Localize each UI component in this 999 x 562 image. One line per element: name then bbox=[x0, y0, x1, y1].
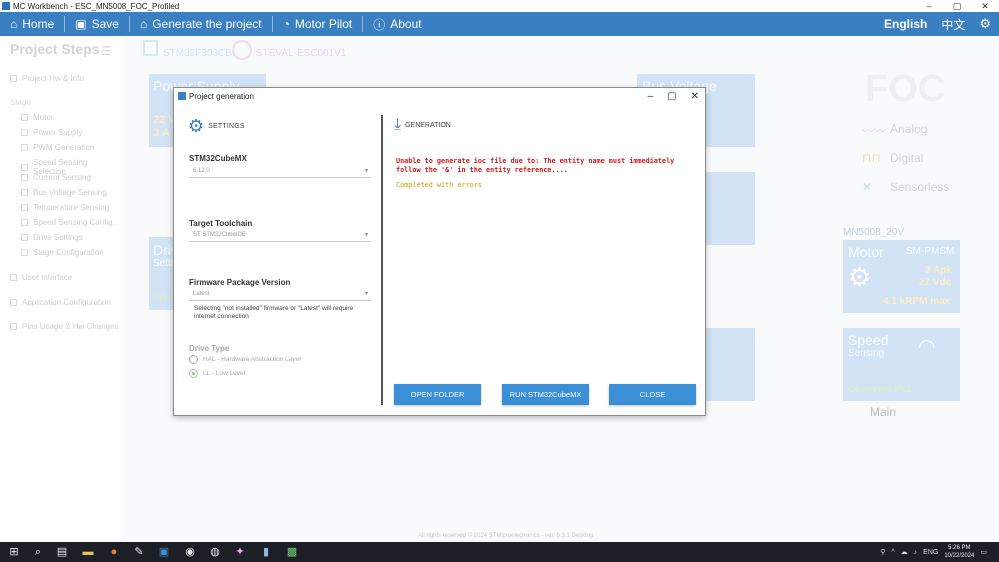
browser-icon[interactable]: ◉ bbox=[184, 546, 196, 558]
drive-type-title: Drive Type bbox=[189, 344, 230, 353]
nav-home[interactable]: ⌂ Home bbox=[4, 12, 60, 36]
hal-label: HAL - Hardware Abstraction Layer bbox=[203, 356, 302, 363]
nav-separator bbox=[64, 16, 66, 32]
task-view-icon[interactable]: ▤ bbox=[56, 546, 68, 558]
nav-about[interactable]: ⓘ About bbox=[367, 12, 427, 36]
cubemx-version-value: 6.12.0 bbox=[193, 168, 210, 174]
chevron-down-icon: ▾ bbox=[364, 291, 368, 297]
search-icon[interactable]: ⌕ bbox=[32, 546, 44, 558]
dialog-title: Project generation bbox=[189, 91, 254, 101]
settings-gear-icon: ⚙ bbox=[188, 116, 205, 136]
window-title: MC Workbench - ESC_MN5008_FOC_Profiled bbox=[13, 1, 180, 11]
app-icon bbox=[2, 2, 10, 10]
network-icon[interactable]: ☁ bbox=[901, 548, 908, 556]
factory-icon: ⌂ bbox=[139, 17, 148, 31]
generation-error-log: Unable to generate ioc file due to: The … bbox=[396, 157, 696, 174]
clock-date: 10/22/2024 bbox=[944, 553, 975, 559]
cubemx-version-select[interactable]: 6.12.0 ▾ bbox=[189, 166, 371, 178]
drive-type-hal[interactable]: HAL - Hardware Abstraction Layer bbox=[189, 355, 301, 364]
close-button[interactable]: CLOSE bbox=[609, 384, 696, 405]
run-cubemx-button[interactable]: RUN STM32CubeMX bbox=[502, 384, 589, 405]
generation-status: Completed with errors bbox=[396, 181, 482, 189]
chevron-down-icon: ▾ bbox=[364, 232, 368, 238]
window-titlebar: MC Workbench - ESC_MN5008_FOC_Profiled –… bbox=[0, 0, 999, 12]
gear-icon[interactable]: ⚙ bbox=[979, 16, 991, 32]
people-icon[interactable]: ⚲ bbox=[880, 548, 885, 556]
error-line-1: Unable to generate ioc file due to: The … bbox=[396, 157, 675, 165]
nav-motor-pilot[interactable]: ◔ Motor Pilot bbox=[277, 12, 359, 36]
nav-generate-label: Generate the project bbox=[152, 17, 262, 31]
taskbar: ⊞ ⌕ ▤ ▬ ● ✎ ▣ ◉ ◍ ✦ ▮ ▩ ⚲ ^ ☁ ♪ ENG 5:26… bbox=[0, 542, 999, 562]
error-line-2: follow the '&' in the entity reference..… bbox=[396, 165, 568, 174]
volume-icon[interactable]: ♪ bbox=[914, 549, 918, 556]
clock-time: 5:26 PM bbox=[948, 545, 971, 551]
dialog-maximize-button[interactable]: ▢ bbox=[667, 91, 676, 102]
dialog-close-x-button[interactable]: ✕ bbox=[691, 91, 699, 102]
radio-hal[interactable] bbox=[189, 355, 198, 364]
close-window-button[interactable]: ✕ bbox=[971, 0, 999, 12]
nav-save[interactable]: ▣ Save bbox=[69, 12, 125, 36]
firmware-hint: Selecting "not installed" firmware or "L… bbox=[194, 305, 354, 320]
radio-ll[interactable] bbox=[189, 369, 198, 378]
cubemx-title: STM32CubeMX bbox=[189, 154, 247, 163]
save-icon: ▣ bbox=[75, 17, 87, 31]
home-icon: ⌂ bbox=[10, 17, 18, 31]
notification-icon[interactable]: ▭ bbox=[980, 548, 987, 556]
clock[interactable]: 5:26 PM 10/22/2024 bbox=[944, 544, 974, 560]
settings-label: SETTINGS bbox=[208, 123, 245, 130]
nav-separator bbox=[362, 16, 364, 32]
drive-type-ll[interactable]: LL - Low Level bbox=[189, 369, 245, 378]
window-controls: – ▢ ✕ bbox=[915, 0, 999, 12]
generation-label: GENERATION bbox=[405, 121, 451, 129]
nav-about-label: About bbox=[390, 17, 422, 31]
firefox-icon[interactable]: ● bbox=[108, 546, 120, 558]
language-indicator[interactable]: ENG bbox=[923, 549, 938, 556]
project-generation-dialog: Project generation – ▢ ✕ ⚙ SETTINGS STM3… bbox=[173, 87, 706, 416]
document-icon[interactable]: ▮ bbox=[260, 546, 272, 558]
settings-header: ⚙ SETTINGS bbox=[188, 116, 245, 137]
open-folder-button[interactable]: OPEN FOLDER bbox=[394, 384, 481, 405]
dialog-window-controls: – ▢ ✕ bbox=[648, 88, 699, 104]
firmware-version-value: Latest bbox=[193, 291, 210, 297]
ll-label: LL - Low Level bbox=[203, 370, 246, 377]
nav-generate[interactable]: ⌂ Generate the project bbox=[134, 12, 268, 36]
firmware-title: Firmware Package Version bbox=[189, 278, 291, 287]
toolchain-title: Target Toolchain bbox=[189, 219, 253, 228]
ide-icon[interactable]: ▣ bbox=[158, 546, 170, 558]
toolchain-select[interactable]: ST STM32CubeIDE ▾ bbox=[189, 230, 371, 242]
motor-workbench-icon[interactable]: ✦ bbox=[234, 546, 246, 558]
nav-home-label: Home bbox=[22, 17, 55, 31]
generation-header: ⤓ GENERATION bbox=[394, 116, 451, 134]
app-icon-1[interactable]: ◍ bbox=[209, 546, 221, 558]
info-icon: ⓘ bbox=[373, 17, 386, 32]
download-icon: ⤓ bbox=[394, 116, 402, 133]
minimize-button[interactable]: – bbox=[915, 0, 943, 12]
nav-save-label: Save bbox=[91, 17, 119, 31]
dialog-titlebar: Project generation – ▢ ✕ bbox=[174, 88, 705, 104]
top-nav: ⌂ Home ▣ Save ⌂ Generate the project ◔ M… bbox=[0, 12, 999, 36]
lang-chinese[interactable]: 中文 bbox=[941, 16, 965, 33]
toolchain-value: ST STM32CubeIDE bbox=[193, 232, 246, 238]
nav-separator bbox=[128, 16, 130, 32]
lang-english[interactable]: English bbox=[884, 17, 927, 31]
image-app-icon[interactable]: ▩ bbox=[286, 546, 298, 558]
system-tray: ⚲ ^ ☁ ♪ ENG 5:26 PM 10/22/2024 ▭ bbox=[880, 542, 987, 562]
chevron-up-icon[interactable]: ^ bbox=[891, 549, 894, 556]
windows-start-icon[interactable]: ⊞ bbox=[8, 546, 20, 558]
gauge-icon: ◔ bbox=[282, 17, 290, 31]
nav-separator bbox=[271, 16, 273, 32]
nav-motor-pilot-label: Motor Pilot bbox=[294, 17, 353, 31]
chevron-down-icon: ▾ bbox=[364, 168, 368, 174]
maximize-button[interactable]: ▢ bbox=[943, 0, 971, 12]
panel-divider bbox=[381, 115, 383, 405]
notepad-icon[interactable]: ✎ bbox=[133, 546, 145, 558]
file-explorer-icon[interactable]: ▬ bbox=[82, 546, 94, 558]
dialog-app-icon bbox=[178, 92, 186, 100]
dialog-minimize-button[interactable]: – bbox=[648, 91, 654, 102]
firmware-version-select[interactable]: Latest ▾ bbox=[189, 289, 371, 301]
